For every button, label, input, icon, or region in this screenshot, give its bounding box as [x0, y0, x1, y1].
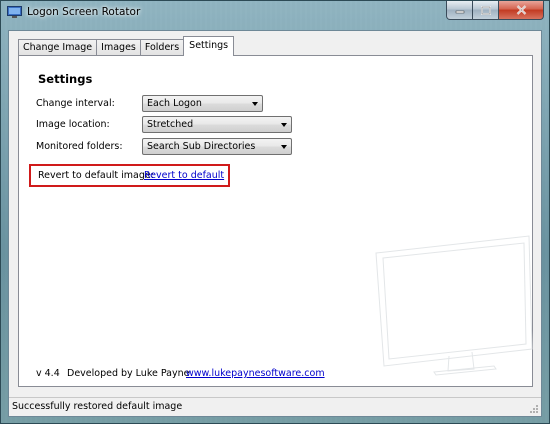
change-interval-dropdown[interactable]: Each Logon	[142, 95, 263, 112]
monitored-folders-dropdown[interactable]: Search Sub Directories	[142, 138, 292, 155]
chevron-down-icon	[252, 102, 258, 106]
monitored-folders-label: Monitored folders:	[36, 141, 123, 152]
maximize-button[interactable]	[473, 1, 499, 20]
change-interval-label: Change interval:	[36, 98, 115, 109]
tab-settings[interactable]: Settings	[183, 36, 235, 56]
website-link[interactable]: www.lukepaynesoftware.com	[186, 368, 325, 379]
revert-highlight-box: Revert to default image: Revert to defau…	[29, 164, 230, 187]
title-bar[interactable]: Logon Screen Rotator	[1, 1, 549, 25]
image-location-label: Image location:	[36, 119, 110, 130]
image-location-value: Stretched	[147, 119, 194, 130]
settings-panel: Settings Change interval: Each Logon Ima…	[18, 55, 533, 387]
app-window: Logon Screen Rotator Change Image Images…	[0, 0, 550, 424]
status-text: Successfully restored default image	[12, 401, 183, 412]
revert-to-default-link[interactable]: Revert to default	[144, 170, 224, 181]
close-button[interactable]	[499, 1, 544, 20]
tab-strip: Change Image Images Folders Settings	[18, 36, 235, 56]
tab-images[interactable]: Images	[96, 39, 141, 56]
chevron-down-icon	[281, 145, 287, 149]
revert-label: Revert to default image:	[38, 170, 154, 181]
monitored-folders-value: Search Sub Directories	[147, 141, 256, 152]
minimize-icon	[455, 10, 464, 14]
tab-folders[interactable]: Folders	[139, 39, 185, 56]
image-location-dropdown[interactable]: Stretched	[142, 116, 292, 133]
version-text: v 4.4	[36, 368, 60, 379]
tab-change-image[interactable]: Change Image	[18, 39, 98, 56]
status-bar: Successfully restored default image	[9, 397, 541, 416]
settings-heading: Settings	[38, 72, 93, 86]
maximize-icon	[480, 5, 491, 15]
resize-grip-icon[interactable]	[529, 404, 539, 414]
window-controls	[446, 1, 544, 20]
chevron-down-icon	[281, 123, 287, 127]
monitor-illustration	[375, 235, 533, 376]
window-title: Logon Screen Rotator	[27, 6, 141, 18]
close-icon	[516, 5, 526, 15]
minimize-button[interactable]	[446, 1, 473, 20]
developer-text: Developed by Luke Payne	[67, 368, 190, 379]
window-client-area: Change Image Images Folders Settings Set…	[8, 30, 542, 417]
change-interval-value: Each Logon	[147, 98, 202, 109]
monitor-app-icon	[7, 6, 22, 18]
